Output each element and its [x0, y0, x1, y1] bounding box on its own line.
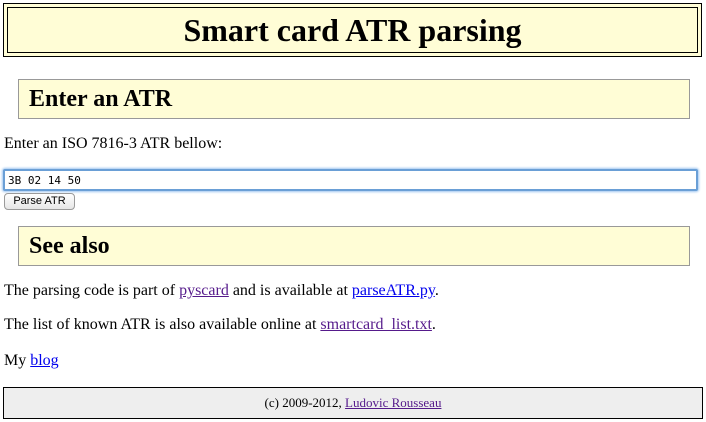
author-link[interactable]: Ludovic Rousseau — [345, 395, 441, 410]
atr-instruction: Enter an ISO 7816-3 ATR bellow: — [4, 135, 223, 152]
page-title: Smart card ATR parsing — [183, 12, 522, 48]
atr-list-text-prefix: The list of known ATR is also available … — [4, 316, 321, 333]
parse-atr-button[interactable]: Parse ATR — [4, 193, 75, 210]
page-title-box: Smart card ATR parsing — [3, 3, 702, 57]
atr-list-paragraph: The list of known ATR is also available … — [4, 315, 436, 335]
atr-input[interactable] — [3, 169, 698, 191]
pyscard-text-suffix: . — [434, 282, 439, 299]
atr-list-text-suffix: . — [431, 316, 436, 333]
smartcard-list-link[interactable]: smartcard_list.txt — [320, 316, 432, 333]
pyscard-link[interactable]: pyscard — [179, 282, 229, 299]
blog-paragraph: My blog — [4, 351, 59, 371]
pyscard-paragraph: The parsing code is part of pyscard and … — [4, 281, 439, 301]
parseatr-link[interactable]: parseATR.py — [352, 282, 435, 299]
footer-copyright: (c) 2009-2012, — [264, 395, 346, 410]
pyscard-text-middle: and is available at — [228, 282, 352, 299]
enter-atr-heading: Enter an ATR — [29, 86, 173, 112]
pyscard-text-prefix: The parsing code is part of — [4, 282, 180, 299]
enter-atr-section: Enter an ATR — [18, 79, 690, 119]
footer: (c) 2009-2012, Ludovic Rousseau — [3, 387, 703, 419]
blog-text-prefix: My — [4, 352, 31, 369]
see-also-section: See also — [18, 226, 690, 266]
blog-link[interactable]: blog — [30, 352, 58, 369]
see-also-heading: See also — [29, 233, 110, 259]
